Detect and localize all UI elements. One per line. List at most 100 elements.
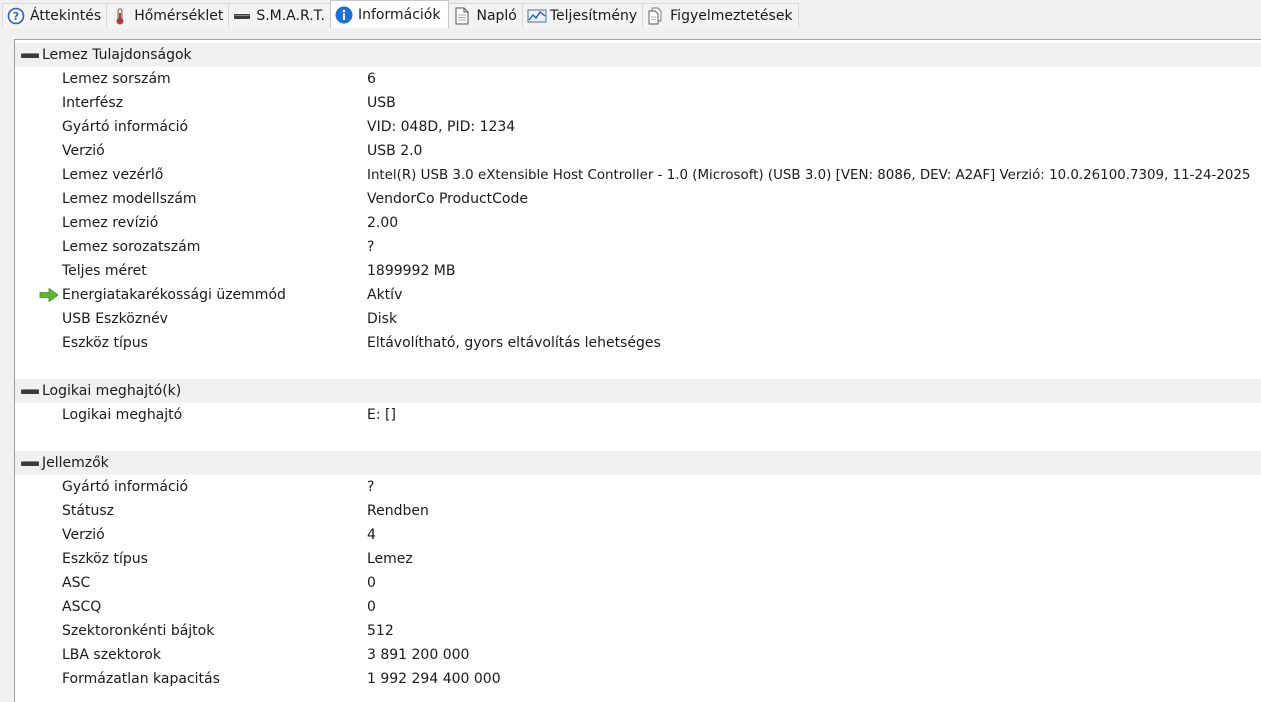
property-key: Lemez sorozatszám xyxy=(62,239,201,255)
property-key: Gyártó információ xyxy=(62,119,189,135)
section-header-logikai-meghajtok[interactable]: Logikai meghajtó(k) xyxy=(15,379,1261,403)
property-key: Lemez vezérlő xyxy=(62,167,164,183)
property-key: Lemez sorszám xyxy=(62,71,171,87)
tab-homerseklet[interactable]: Hőmérséklet xyxy=(106,3,230,28)
tab-label: Hőmérséklet xyxy=(134,8,224,24)
table-row: USB Eszköznév Disk xyxy=(15,307,1261,331)
thermometer-icon xyxy=(111,7,129,25)
table-row: Lemez modellszám VendorCo ProductCode xyxy=(15,187,1261,211)
tab-label: Napló xyxy=(476,8,517,24)
property-value: 512 xyxy=(367,623,394,639)
property-value: Disk xyxy=(367,311,398,327)
table-row: Lemez revízió 2.00 xyxy=(15,211,1261,235)
document-icon xyxy=(453,7,471,25)
tab-naplo[interactable]: Napló xyxy=(448,3,523,28)
collapse-icon[interactable] xyxy=(21,460,39,466)
table-row: Eszköz típus Lemez xyxy=(15,547,1261,571)
property-value: USB xyxy=(367,95,396,111)
drive-icon xyxy=(233,7,251,25)
property-key: USB Eszköznév xyxy=(62,311,168,327)
tab-label: Figyelmeztetések xyxy=(670,8,793,24)
tab-figyelmeztetesek[interactable]: Figyelmeztetések xyxy=(642,3,799,28)
tab-label: S.M.A.R.T. xyxy=(256,8,325,24)
property-value: ? xyxy=(367,479,375,495)
section-title: Jellemzők xyxy=(42,455,109,471)
collapse-icon[interactable] xyxy=(21,52,39,58)
svg-text:?: ? xyxy=(13,10,19,23)
property-key: Szektoronkénti bájtok xyxy=(62,623,215,639)
property-key: Verzió xyxy=(62,143,105,159)
table-row: LBA szektorok 3 891 200 000 xyxy=(15,643,1261,667)
tabs: ? Áttekintés Hőmérséklet S.M.A.R.T. Info… xyxy=(2,0,799,28)
tab-attekintes[interactable]: ? Áttekintés xyxy=(2,3,108,28)
property-key: Formázatlan kapacitás xyxy=(62,671,220,687)
property-value: Intel(R) USB 3.0 eXtensible Host Control… xyxy=(367,167,1251,183)
table-row: Eszköz típus Eltávolítható, gyors eltávo… xyxy=(15,331,1261,355)
table-row: Formázatlan kapacitás 1 992 294 400 000 xyxy=(15,667,1261,691)
property-value: USB 2.0 xyxy=(367,143,423,159)
property-value: 0 xyxy=(367,575,376,591)
table-row: Lemez vezérlő Intel(R) USB 3.0 eXtensibl… xyxy=(15,163,1261,187)
property-value: Aktív xyxy=(367,287,403,303)
property-key: ASCQ xyxy=(62,599,102,615)
section-header-lemez-tulajdonsagok[interactable]: Lemez Tulajdonságok xyxy=(15,43,1261,67)
table-row: Lemez sorszám 6 xyxy=(15,67,1261,91)
table-row: Logikai meghajtó E: [] xyxy=(15,403,1261,427)
property-key: Energiatakarékossági üzemmód xyxy=(62,287,286,303)
section-title: Lemez Tulajdonságok xyxy=(42,47,192,63)
property-value: VendorCo ProductCode xyxy=(367,191,528,207)
table-row: Interfész USB xyxy=(15,91,1261,115)
property-key: Interfész xyxy=(62,95,124,111)
tab-bar: ? Áttekintés Hőmérséklet S.M.A.R.T. Info… xyxy=(0,0,1261,30)
tab-label: Teljesítmény xyxy=(549,8,638,24)
tab-label: Áttekintés xyxy=(30,8,102,24)
property-value: E: [] xyxy=(367,407,396,423)
property-key: LBA szektorok xyxy=(62,647,161,663)
property-key: Logikai meghajtó xyxy=(62,407,183,423)
alerts-icon xyxy=(647,7,665,25)
tab-informaciok[interactable]: Információk xyxy=(329,0,450,28)
property-value: 2.00 xyxy=(367,215,399,231)
table-row: Szektoronkénti bájtok 512 xyxy=(15,619,1261,643)
property-value: Eltávolítható, gyors eltávolítás lehetsé… xyxy=(367,335,661,351)
table-row: Lemez sorozatszám ? xyxy=(15,235,1261,259)
table-row: ASCQ 0 xyxy=(15,595,1261,619)
property-key: Verzió xyxy=(62,527,105,543)
table-row: Energiatakarékossági üzemmód Aktív xyxy=(15,283,1261,307)
info-icon xyxy=(335,6,353,24)
green-arrow-icon xyxy=(39,288,59,302)
property-key: Lemez modellszám xyxy=(62,191,197,207)
table-row: Teljes méret 1899992 MB xyxy=(15,259,1261,283)
property-value: 3 891 200 000 xyxy=(367,647,470,663)
property-value: 6 xyxy=(367,71,376,87)
table-row: Verzió USB 2.0 xyxy=(15,139,1261,163)
table-row: Státusz Rendben xyxy=(15,499,1261,523)
tab-label: Információk xyxy=(357,6,441,23)
collapse-icon[interactable] xyxy=(21,388,39,394)
property-key: ASC xyxy=(62,575,91,591)
property-value: Rendben xyxy=(367,503,429,519)
section-title: Logikai meghajtó(k) xyxy=(42,383,182,399)
property-key: Lemez revízió xyxy=(62,215,159,231)
property-key: Teljes méret xyxy=(62,263,147,279)
tab-smart[interactable]: S.M.A.R.T. xyxy=(228,3,331,28)
info-panel: Lemez Tulajdonságok Lemez sorszám 6 Inte… xyxy=(14,39,1261,702)
table-row: Verzió 4 xyxy=(15,523,1261,547)
property-value: 1899992 MB xyxy=(367,263,456,279)
property-value: Lemez xyxy=(367,551,413,567)
table-row: ASC 0 xyxy=(15,571,1261,595)
property-key: Eszköz típus xyxy=(62,335,148,351)
chart-icon xyxy=(527,7,547,25)
tab-teljesitmeny[interactable]: Teljesítmény xyxy=(521,3,644,28)
table-row: Gyártó információ VID: 048D, PID: 1234 xyxy=(15,115,1261,139)
property-key: Eszköz típus xyxy=(62,551,148,567)
help-circle-icon: ? xyxy=(7,7,25,25)
property-value: 0 xyxy=(367,599,376,615)
property-value: 4 xyxy=(367,527,376,543)
section-header-jellemzok[interactable]: Jellemzők xyxy=(15,451,1261,475)
property-key: Gyártó információ xyxy=(62,479,189,495)
table-row: Gyártó információ ? xyxy=(15,475,1261,499)
property-key: Státusz xyxy=(62,503,114,519)
property-value: 1 992 294 400 000 xyxy=(367,671,501,687)
property-value: VID: 048D, PID: 1234 xyxy=(367,119,516,135)
